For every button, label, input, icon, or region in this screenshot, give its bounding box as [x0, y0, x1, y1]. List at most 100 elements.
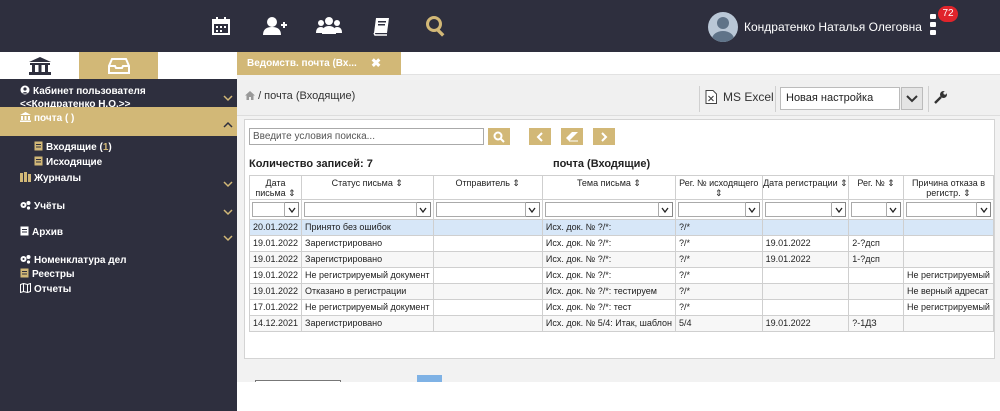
column-filter[interactable] — [674, 199, 763, 220]
calendar-icon[interactable] — [208, 13, 234, 39]
mail-table: Дата письма ⇕ Статус письма ⇕ Отправител… — [248, 175, 995, 332]
search-input[interactable]: Введите условия поиска... — [249, 128, 484, 145]
table-cell: Исх. док. № 5/4: Итак, шаблон — [541, 315, 676, 332]
sidebar-item-registers[interactable]: Реестры — [20, 268, 75, 282]
book-icon[interactable] — [369, 13, 395, 39]
table-cell: Не регистрируемый — [902, 299, 995, 316]
sidebar-item-incoming[interactable]: Входящие (1) — [34, 141, 112, 154]
table-row[interactable]: 19.01.2022 Не регистрируемый документ Ис… — [248, 267, 995, 284]
table-cell — [848, 219, 904, 236]
tab-incoming-mail[interactable]: Ведомств. почта (Вх... ✖ — [237, 52, 401, 75]
column-header[interactable]: Причина отказа в регистр. ⇕ — [902, 175, 995, 200]
close-icon[interactable]: ✖ — [371, 52, 381, 75]
table-cell: Зарегистрировано — [301, 315, 434, 332]
sidebar-item-mail[interactable]: почта ( ) — [20, 112, 74, 126]
more-vertical-icon[interactable] — [929, 14, 937, 38]
column-filter[interactable] — [848, 199, 904, 220]
search-icon[interactable] — [423, 13, 449, 39]
cogs-icon — [20, 200, 31, 214]
chevron-up-icon[interactable] — [222, 119, 234, 131]
user-name: Кондратенко Наталья Олеговна — [744, 20, 922, 34]
sidebar-item-archive[interactable]: Архив — [20, 226, 63, 240]
table-cell: ?/* — [674, 283, 763, 300]
export-excel-button[interactable]: MS Excel — [705, 90, 774, 104]
sidebar-item-reports[interactable]: Отчеты — [20, 282, 72, 297]
column-filter[interactable] — [541, 199, 676, 220]
avatar — [708, 12, 738, 42]
group-icon[interactable] — [316, 13, 342, 39]
column-filter[interactable] — [902, 199, 995, 220]
table-cell: Не регистрируемый документ — [301, 299, 434, 316]
table-cell: ?/* — [674, 267, 763, 284]
map-icon — [20, 282, 31, 297]
table-cell: ?/* — [674, 219, 763, 236]
table-row[interactable]: 19.01.2022 Отказано в регистрации Исх. д… — [248, 283, 995, 300]
column-filter[interactable] — [761, 199, 850, 220]
table-cell — [432, 219, 543, 236]
tab-label: Ведомств. почта (Вх... — [247, 58, 357, 69]
table-cell — [432, 315, 543, 332]
table-row[interactable]: 19.01.2022 Зарегистрировано Исх. док. № … — [248, 251, 995, 268]
column-header[interactable]: Статус письма ⇕ — [301, 175, 434, 200]
chevron-down-icon[interactable] — [222, 206, 234, 218]
column-filter[interactable] — [432, 199, 543, 220]
reports-label: Отчеты — [34, 284, 72, 295]
table-row[interactable]: 14.12.2021 Зарегистрировано Исх. док. № … — [248, 315, 995, 332]
chevron-down-icon[interactable] — [222, 92, 234, 104]
institution-icon — [20, 112, 31, 126]
records-count: Количество записей: 7 — [249, 158, 373, 170]
sidebar-item-outgoing[interactable]: Исходящие — [34, 156, 102, 169]
column-header[interactable]: Рег. № исходящего ⇕ — [674, 175, 763, 200]
search-icon — [493, 131, 505, 143]
settings-select[interactable]: Новая настройка — [780, 87, 900, 110]
chevron-down-icon[interactable] — [222, 232, 234, 244]
incoming-close: ) — [108, 142, 112, 153]
settings-dropdown-button[interactable] — [901, 87, 923, 110]
table-cell: 19.01.2022 — [761, 315, 850, 332]
chevron-down-icon[interactable] — [222, 178, 234, 190]
table-row[interactable]: 20.01.2022 Принято без ошибок Исх. док. … — [248, 219, 995, 236]
table-cell: 5/4 — [674, 315, 763, 332]
column-filter[interactable] — [301, 199, 434, 220]
document-icon — [34, 156, 43, 169]
tab-inbox[interactable] — [79, 52, 158, 79]
next-button[interactable] — [593, 128, 615, 145]
document-icon — [34, 141, 43, 154]
user-menu[interactable]: Кондратенко Наталья Олеговна — [708, 12, 922, 42]
breadcrumb: / почта (Входящие) — [245, 90, 355, 102]
home-icon[interactable] — [245, 90, 255, 102]
column-filter[interactable] — [248, 199, 303, 220]
column-header[interactable]: Отправитель ⇕ — [432, 175, 543, 200]
table-cell — [432, 251, 543, 268]
sidebar-item-journals[interactable]: Журналы — [20, 172, 81, 186]
wrench-icon[interactable] — [934, 90, 948, 107]
table-row[interactable]: 19.01.2022 Зарегистрировано Исх. док. № … — [248, 235, 995, 252]
table-cell: Не верный адресат — [902, 283, 995, 300]
main-area: Ведомств. почта (Вх... ✖ / почта (Входящ… — [237, 52, 1000, 411]
table-cell — [761, 219, 850, 236]
sidebar-item-nomenclature[interactable]: Номенклатура дел — [20, 254, 127, 268]
document-icon — [20, 268, 29, 282]
archive-label: Архив — [32, 227, 64, 238]
table-row[interactable]: 17.01.2022 Не регистрируемый документ Ис… — [248, 299, 995, 316]
toolbar-divider — [928, 86, 929, 112]
previous-button[interactable] — [529, 128, 551, 145]
tab-institution[interactable] — [0, 52, 79, 79]
table-cell: Исх. док. № ?/*: — [541, 219, 676, 236]
table-cell: ?/* — [674, 235, 763, 252]
table-cell: 20.01.2022 — [248, 219, 303, 236]
accounts-label: Учёты — [34, 201, 66, 212]
clear-button[interactable] — [561, 128, 583, 145]
search-button[interactable] — [488, 128, 510, 145]
column-header[interactable]: Дата регистрации ⇕ — [761, 175, 850, 200]
column-header[interactable]: Дата письма ⇕ — [248, 175, 303, 200]
sidebar-item-accounts[interactable]: Учёты — [20, 200, 65, 214]
grid-panel: Введите условия поиска... Количество зап… — [244, 119, 995, 400]
table-cell: 19.01.2022 — [248, 251, 303, 268]
add-user-icon[interactable] — [262, 13, 288, 39]
table-header-row: Дата письма ⇕ Статус письма ⇕ Отправител… — [248, 175, 995, 200]
column-header[interactable]: Тема письма ⇕ — [541, 175, 676, 200]
notification-badge[interactable]: 72 — [938, 6, 958, 22]
column-header[interactable]: Рег. № ⇕ — [848, 175, 904, 200]
eraser-icon — [566, 131, 578, 141]
